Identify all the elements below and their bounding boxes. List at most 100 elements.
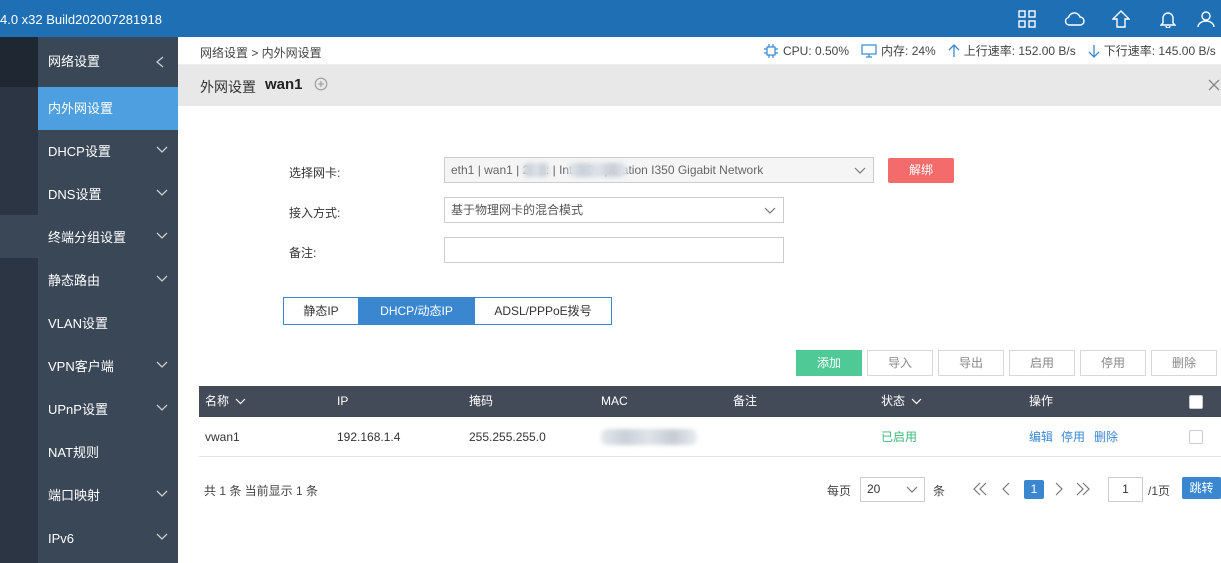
tab-static-ip[interactable]: 静态IP: [283, 297, 359, 325]
sidebar-item-label: 端口映射: [48, 488, 101, 503]
access-mode-value: 基于物理网卡的混合模式: [451, 203, 584, 217]
redacted-mac-suffix: [568, 163, 628, 177]
chevron-down-icon[interactable]: [911, 398, 922, 405]
chevron-down-icon: [854, 167, 866, 175]
sidebar-item-terminal-group[interactable]: 终端分组设置: [38, 216, 178, 259]
sidebar-item-dns[interactable]: DNS设置: [38, 173, 178, 216]
jump-button[interactable]: 跳转: [1182, 477, 1221, 499]
left-rail: [0, 37, 38, 563]
disable-link[interactable]: 停用: [1061, 417, 1085, 457]
first-page-icon[interactable]: [972, 482, 988, 496]
unbind-button[interactable]: 解绑: [888, 158, 954, 183]
last-page-icon[interactable]: [1075, 482, 1091, 496]
sidebar-item-label: VPN客户端: [48, 359, 114, 374]
column-status-label: 状态: [881, 394, 906, 408]
cpu-usage: CPU: 0.50%: [783, 43, 850, 58]
table-header: 名称 IP 掩码 MAC 备注 状态 操作: [199, 386, 1221, 417]
sidebar-item-nat[interactable]: NAT规则: [38, 431, 178, 474]
arrow-up-icon: [948, 43, 960, 57]
cell-name: vwan1: [205, 430, 240, 444]
access-mode-select[interactable]: 基于物理网卡的混合模式: [444, 197, 784, 223]
tab-dhcp[interactable]: DHCP/动态IP: [358, 297, 475, 325]
delete-link[interactable]: 删除: [1094, 417, 1118, 457]
edit-link[interactable]: 编辑: [1029, 417, 1053, 457]
sidebar-item-label: DHCP设置: [48, 144, 111, 159]
column-status[interactable]: 状态: [881, 386, 922, 417]
sidebar-item-dhcp[interactable]: DHCP设置: [38, 130, 178, 173]
redacted-mac-prefix: [522, 163, 550, 177]
chevron-down-icon: [156, 189, 168, 196]
tab-pppoe[interactable]: ADSL/PPPoE拨号: [474, 297, 612, 325]
current-page-number[interactable]: 1: [1024, 480, 1044, 499]
sidebar-item-label: IPv6: [48, 531, 75, 546]
breadcrumb: 网络设置 > 内外网设置: [200, 46, 322, 60]
export-button[interactable]: 导出: [938, 350, 1004, 376]
rail-top-block: [0, 37, 38, 87]
sidebar-item-lan-wan[interactable]: 内外网设置: [38, 87, 178, 130]
chevron-down-icon[interactable]: [235, 398, 246, 405]
chevron-down-icon: [764, 207, 776, 214]
page-number-input[interactable]: 1: [1108, 477, 1143, 502]
enable-button[interactable]: 启用: [1009, 350, 1075, 376]
table-summary: 共 1 条 当前显示 1 条: [204, 484, 319, 498]
sidebar-item-label: 终端分组设置: [48, 230, 127, 245]
column-name[interactable]: 名称: [205, 386, 246, 417]
home-icon[interactable]: [1097, 0, 1144, 37]
info-line: 网络设置 > 内外网设置 CPU: 0.50% 内存: 24% 上行速率: 15…: [178, 37, 1221, 65]
chevron-down-icon: [156, 146, 168, 153]
sidebar-header-label: 网络设置: [48, 54, 101, 69]
column-ops: 操作: [1029, 394, 1054, 408]
chevron-down-icon: [156, 404, 168, 411]
import-button[interactable]: 导入: [867, 350, 933, 376]
table-row: vwan1 192.168.1.4 255.255.255.0 已启用 编辑 停…: [199, 417, 1221, 457]
sidebar-item-ipv6[interactable]: IPv6: [38, 517, 178, 560]
sidebar-item-static-route[interactable]: 静态路由: [38, 259, 178, 302]
plus-circle-icon[interactable]: [314, 77, 328, 91]
sidebar-item-label: NAT规则: [48, 445, 100, 460]
cell-mask: 255.255.255.0: [469, 430, 546, 444]
chevron-down-icon: [156, 361, 168, 368]
row-checkbox[interactable]: [1189, 430, 1203, 444]
next-page-icon[interactable]: [1054, 482, 1064, 496]
sidebar-item-label: 静态路由: [48, 273, 101, 288]
nic-select[interactable]: eth1 | wan1 | 2:ba: | Intel Corporation …: [444, 157, 874, 183]
system-stats: CPU: 0.50% 内存: 24% 上行速率: 152.00 B/s 下行速率…: [763, 42, 1221, 59]
chevron-left-icon[interactable]: [156, 56, 164, 68]
chevron-down-icon: [906, 486, 918, 493]
user-icon[interactable]: [1191, 0, 1221, 37]
sidebar-item-label: DNS设置: [48, 187, 102, 202]
disable-button[interactable]: 停用: [1080, 350, 1146, 376]
sidebar-item-upnp[interactable]: UPnP设置: [38, 388, 178, 431]
cell-status: 已启用: [881, 430, 918, 444]
sidebar-item-label: VLAN设置: [48, 316, 108, 331]
column-mac: MAC: [601, 394, 628, 408]
sidebar-header[interactable]: 网络设置: [38, 37, 178, 87]
cloud-icon[interactable]: [1050, 0, 1097, 37]
note-input[interactable]: [444, 237, 784, 263]
select-all-checkbox[interactable]: [1189, 395, 1203, 409]
column-mask: 掩码: [469, 394, 494, 408]
column-note: 备注: [733, 394, 758, 408]
close-icon[interactable]: [1208, 79, 1220, 91]
download-rate: 下行速率: 145.00 B/s: [1103, 44, 1216, 58]
sidebar-item-port-mapping[interactable]: 端口映射: [38, 474, 178, 517]
per-page-value: 20: [867, 482, 881, 496]
cell-ip: 192.168.1.4: [337, 430, 401, 444]
add-button[interactable]: 添加: [796, 350, 862, 376]
total-pages: /1页: [1148, 484, 1171, 498]
arrow-down-icon: [1088, 44, 1100, 58]
cell-mac-redacted: [601, 429, 697, 445]
column-ip: IP: [337, 394, 349, 408]
chevron-down-icon: [156, 232, 168, 239]
sidebar-item-label: 内外网设置: [48, 101, 114, 116]
prev-page-icon[interactable]: [1001, 482, 1011, 496]
delete-button[interactable]: 删除: [1151, 350, 1217, 376]
mode-label: 接入方式:: [289, 206, 341, 220]
per-page-select[interactable]: 20: [860, 477, 925, 502]
chevron-down-icon: [156, 490, 168, 497]
sidebar: 网络设置 内外网设置 DHCP设置 DNS设置 终端分组设置 静态路由 VLAN…: [38, 37, 178, 563]
sidebar-item-vlan[interactable]: VLAN设置: [38, 302, 178, 345]
sidebar-item-vpn-client[interactable]: VPN客户端: [38, 345, 178, 388]
bell-icon[interactable]: [1144, 0, 1191, 37]
apps-icon[interactable]: [1003, 0, 1050, 37]
